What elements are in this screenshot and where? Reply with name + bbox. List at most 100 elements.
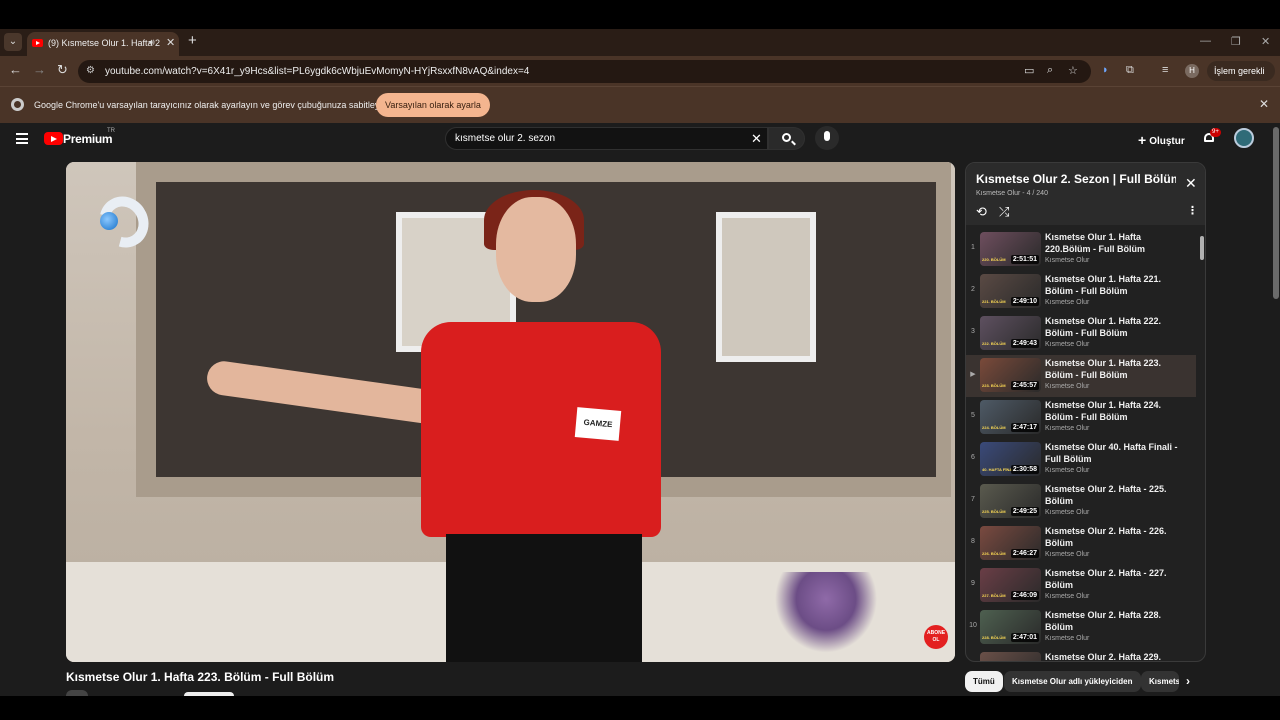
url-text[interactable]: youtube.com/watch?v=6X41r_y9Hcs&list=PL6… xyxy=(105,66,529,77)
video-duration: 2:49:43 xyxy=(1010,339,1039,348)
shuffle-icon[interactable]: ⤮ xyxy=(999,204,1009,220)
loop-icon[interactable]: ⟲ xyxy=(976,204,987,220)
playlist-scrollbar[interactable] xyxy=(1199,225,1205,661)
playlist-item-channel: Kısmetse Olur xyxy=(1045,593,1090,600)
playlist-item[interactable]: 10 228. BÖLÜM 2:47:01 Kısmetse Olur 2. Haft… xyxy=(966,607,1196,649)
address-bar[interactable]: ⚙︎ youtube.com/watch?v=6X41r_y9Hcs&list=… xyxy=(78,60,1091,83)
video-flowers xyxy=(766,572,886,662)
bookmark-star-icon[interactable]: ☆ xyxy=(1068,64,1078,77)
window-close-icon[interactable]: ✕ xyxy=(1261,35,1270,48)
playlist-item[interactable]: 9 227. BÖLÜM 2:46:09 Kısmetse Olur 2. Hafta… xyxy=(966,565,1196,607)
playlist-item-index: 3 xyxy=(971,328,975,335)
thumbnail-episode-label: 222. BÖLÜM xyxy=(982,341,1006,346)
page-scrollbar[interactable] xyxy=(1273,127,1279,299)
playlist-thumbnail[interactable]: 225. BÖLÜM 2:49:25 xyxy=(980,484,1041,518)
playlist-thumbnail[interactable]: 222. BÖLÜM 2:49:43 xyxy=(980,316,1041,350)
create-button[interactable]: + Oluştur xyxy=(1138,131,1185,148)
playlist-thumbnail[interactable]: 224. BÖLÜM 2:47:17 xyxy=(980,400,1041,434)
playlist-item-channel: Kısmetse Olur xyxy=(1045,509,1090,516)
playlist-item-title: Kısmetse Olur 40. Hafta Finali - Full Bö… xyxy=(1045,442,1178,464)
extension-audio-icon[interactable]: ◗ xyxy=(1102,64,1109,76)
chip-from-uploader[interactable]: Kısmetse Olur adlı yükleyiciden xyxy=(1004,671,1141,692)
playlist-subtitle: Kısmetse Olur - 4 / 240 xyxy=(976,190,1048,197)
playlist-item[interactable]: Kısmetse Olur 2. Hafta 229. xyxy=(966,649,1196,661)
playlist-header: Kısmetse Olur 2. Sezon | Full Bölüml... … xyxy=(966,163,1205,225)
playlist-item[interactable]: 8 226. BÖLÜM 2:46:27 Kısmetse Olur 2. Hafta… xyxy=(966,523,1196,565)
restore-icon[interactable]: ❐ xyxy=(1231,35,1241,48)
video-duration: 2:49:10 xyxy=(1010,297,1039,306)
infobar-message: Google Chrome'u varsayılan tarayıcınız o… xyxy=(34,100,387,110)
playlist-thumbnail[interactable]: 228. BÖLÜM 2:47:01 xyxy=(980,610,1041,644)
playlist-item[interactable]: 6 40. HAFTA FİNALİ 2:30:58 Kısmetse Olur 40… xyxy=(966,439,1196,481)
playlist-item-index: 10 xyxy=(969,622,977,629)
playlist-item-title: Kısmetse Olur 2. Hafta - 225. Bölüm xyxy=(1045,484,1167,506)
voice-search-button[interactable] xyxy=(815,126,839,150)
cast-icon[interactable]: ▭ xyxy=(1024,64,1034,77)
youtube-favicon-icon xyxy=(32,39,43,47)
playlist-title[interactable]: Kısmetse Olur 2. Sezon | Full Bölüml... xyxy=(976,172,1176,186)
playlist-item-channel: Kısmetse Olur xyxy=(1045,635,1090,642)
playlist-item-title: Kısmetse Olur 1. Hafta 224. Bölüm - Full… xyxy=(1045,400,1162,422)
playlist-item-title: Kısmetse Olur 2. Hafta - 226. Bölüm xyxy=(1045,526,1167,548)
playlist-thumbnail[interactable]: 220. BÖLÜM 2:51:51 xyxy=(980,232,1041,266)
speaker-icon[interactable]: 🔊︎ xyxy=(149,37,155,48)
playlist-thumbnail[interactable]: 223. BÖLÜM 2:45:57 xyxy=(980,358,1041,392)
playlist-item-channel: Kısmetse Olur xyxy=(1045,383,1090,390)
playlist-item-index: 1 xyxy=(971,244,975,251)
search-query: kısmetse olur 2. sezon xyxy=(455,133,556,144)
playlist-more-icon[interactable]: ⋮ xyxy=(1187,204,1198,217)
playlist-item-title: Kısmetse Olur 1. Hafta 222. Bölüm - Full… xyxy=(1045,316,1162,338)
clear-search-icon[interactable]: ✕ xyxy=(751,131,762,147)
search-input[interactable]: kısmetse olur 2. sezon ✕ xyxy=(445,127,768,150)
extensions-puzzle-icon[interactable]: ⧉ xyxy=(1126,64,1134,77)
playlist-item-index: 9 xyxy=(971,580,975,587)
playlist-thumbnail[interactable]: 221. BÖLÜM 2:49:10 xyxy=(980,274,1041,308)
chips-next-icon[interactable]: › xyxy=(1186,674,1190,688)
playlist-thumbnail[interactable]: 226. BÖLÜM 2:46:27 xyxy=(980,526,1041,560)
tab-media-icon[interactable]: ≡ xyxy=(1162,64,1168,76)
chip-channel[interactable]: Kısmetse Olur xyxy=(1141,671,1179,692)
video-duration: 2:45:57 xyxy=(1010,381,1039,390)
account-avatar[interactable] xyxy=(1234,128,1254,148)
logo-region: TR xyxy=(107,128,115,134)
playlist-item[interactable]: 7 225. BÖLÜM 2:49:25 Kısmetse Olur 2. Hafta… xyxy=(966,481,1196,523)
thumbnail-episode-label: 224. BÖLÜM xyxy=(982,425,1006,430)
menu-icon[interactable] xyxy=(16,133,28,144)
playlist-thumbnail[interactable] xyxy=(980,652,1041,661)
forward-icon[interactable]: → xyxy=(33,63,46,77)
playlist-thumbnail[interactable]: 227. BÖLÜM 2:46:09 xyxy=(980,568,1041,602)
playlist-thumbnail[interactable]: 40. HAFTA FİNALİ 2:30:58 xyxy=(980,442,1041,476)
playlist-item[interactable]: 5 224. BÖLÜM 2:47:17 Kısmetse Olur 1. Hafta… xyxy=(966,397,1196,439)
notification-badge: 9+ xyxy=(1210,128,1221,137)
playlist-close-icon[interactable]: ✕ xyxy=(1185,175,1197,192)
playlist-item[interactable]: 2 221. BÖLÜM 2:49:10 Kısmetse Olur 1. Hafta… xyxy=(966,271,1196,313)
reload-icon[interactable]: ↻ xyxy=(57,63,68,77)
infobar-close-icon[interactable]: ✕ xyxy=(1259,97,1269,111)
chip-all[interactable]: Tümü xyxy=(965,671,1003,692)
browser-tab[interactable]: (9) Kısmetse Olur 1. Hafta 2 🔊︎ ✕ xyxy=(27,32,179,56)
new-tab-button[interactable]: + xyxy=(188,33,197,49)
thumbnail-episode-label: 220. BÖLÜM xyxy=(982,257,1006,262)
tab-close-icon[interactable]: ✕ xyxy=(166,36,175,49)
set-default-button[interactable]: Varsayılan olarak ayarla xyxy=(376,93,490,117)
playlist-item-title: Kısmetse Olur 2. Hafta 228. Bölüm xyxy=(1045,610,1162,632)
zoom-icon[interactable]: ⌕ xyxy=(1047,64,1053,77)
playlist-item[interactable]: 3 222. BÖLÜM 2:49:43 Kısmetse Olur 1. Hafta… xyxy=(966,313,1196,355)
action-required-button[interactable]: İşlem gerekli ⋮ xyxy=(1207,61,1275,96)
thumbnail-episode-label: 227. BÖLÜM xyxy=(982,593,1006,598)
back-icon[interactable]: ← xyxy=(9,63,22,77)
tab-search-button[interactable]: ⌄ xyxy=(4,33,22,51)
tab-strip: ⌄ (9) Kısmetse Olur 1. Hafta 2 🔊︎ ✕ + — … xyxy=(0,29,1280,56)
thumbnail-episode-label: 226. BÖLÜM xyxy=(982,551,1006,556)
minimize-icon[interactable]: — xyxy=(1200,35,1211,47)
profile-avatar[interactable]: H xyxy=(1185,64,1199,78)
playlist-item[interactable]: 1 220. BÖLÜM 2:51:51 Kısmetse Olur 1. Hafta… xyxy=(966,229,1196,271)
microphone-icon xyxy=(824,131,830,141)
subscribe-overlay[interactable]: ABONE OL xyxy=(924,625,948,649)
video-player[interactable]: GAMZE ABONE OL xyxy=(66,162,955,662)
playlist-item-channel: Kısmetse Olur xyxy=(1045,425,1090,432)
playlist-item-channel: Kısmetse Olur xyxy=(1045,467,1090,474)
site-info-icon[interactable]: ⚙︎ xyxy=(86,65,95,76)
playlist-item-current[interactable]: ▶ 223. BÖLÜM 2:45:57 Kısmetse Olur 1. Hafta… xyxy=(966,355,1196,397)
search-button[interactable] xyxy=(768,127,805,150)
